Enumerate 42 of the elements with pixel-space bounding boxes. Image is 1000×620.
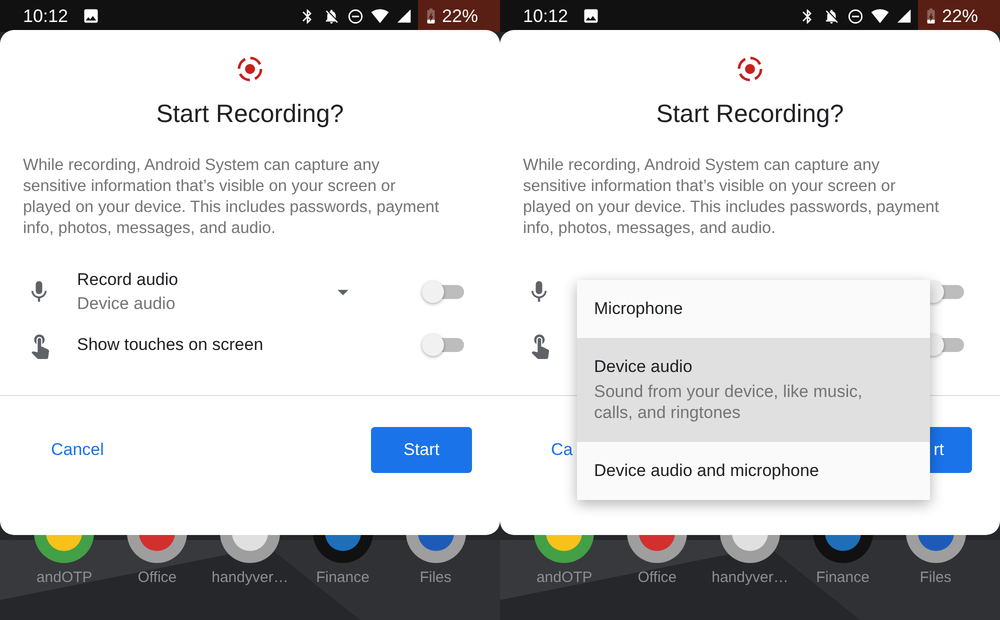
wifi-icon bbox=[870, 7, 889, 25]
app-label: Finance bbox=[315, 569, 370, 586]
app-label: handyver… bbox=[710, 569, 790, 586]
dialog-message: While recording, Android System can capture any sensitive information that’s visible on your screen or played on your device. This includes passwords, payment info, photos, messages, and audio. bbox=[523, 155, 940, 239]
cancel-button[interactable]: Cancel bbox=[28, 428, 127, 472]
app-label: Office bbox=[136, 569, 178, 586]
start-button[interactable]: Start bbox=[371, 427, 472, 473]
option-label: Show touches on screen bbox=[77, 335, 264, 355]
menu-item[interactable]: Device audio Sound from your device, like music, calls, and ringtones bbox=[577, 338, 930, 442]
option-label: Record audio bbox=[77, 270, 180, 290]
app-label: Files bbox=[918, 569, 952, 586]
status-time: 10:12 bbox=[23, 6, 68, 26]
battery-level: 22% bbox=[942, 6, 978, 26]
toggle-switch[interactable] bbox=[422, 280, 464, 304]
record-icon bbox=[235, 54, 265, 84]
app-label: Files bbox=[418, 569, 452, 586]
app-label: Finance bbox=[815, 569, 870, 586]
app-label: handyver… bbox=[210, 569, 290, 586]
signal-icon bbox=[896, 8, 912, 24]
do-not-disturb-icon bbox=[346, 8, 364, 24]
do-not-disturb-icon bbox=[846, 8, 864, 24]
menu-item-label: Device audio and microphone bbox=[594, 461, 820, 481]
app-label: andOTP bbox=[535, 569, 594, 586]
dialog-title: Start Recording? bbox=[155, 100, 345, 129]
app-label: Office bbox=[636, 569, 678, 586]
record-icon bbox=[735, 54, 765, 84]
menu-item[interactable]: Microphone bbox=[577, 280, 930, 338]
menu-item-label: Device audio bbox=[594, 357, 694, 377]
image-icon bbox=[82, 7, 100, 25]
wifi-icon bbox=[370, 7, 389, 25]
dialog-message: While recording, Android System can capture any sensitive information that’s visible on your screen or played on your device. This includes passwords, payment info, photos, messages, and audio. bbox=[23, 155, 440, 239]
toggle-switch[interactable] bbox=[422, 333, 464, 357]
image-icon bbox=[582, 7, 600, 25]
status-time: 10:12 bbox=[523, 6, 568, 26]
app-label: andOTP bbox=[35, 569, 94, 586]
menu-item[interactable]: Device audio and microphone bbox=[577, 442, 930, 500]
menu-item-label: Microphone bbox=[594, 299, 684, 319]
signal-icon bbox=[396, 8, 412, 24]
menu-item-description: Sound from your device, like music, calls, and ringtones bbox=[594, 381, 864, 423]
battery-level: 22% bbox=[442, 6, 478, 26]
dialog-title: Start Recording? bbox=[655, 100, 845, 129]
option-value: Device audio bbox=[77, 294, 176, 314]
